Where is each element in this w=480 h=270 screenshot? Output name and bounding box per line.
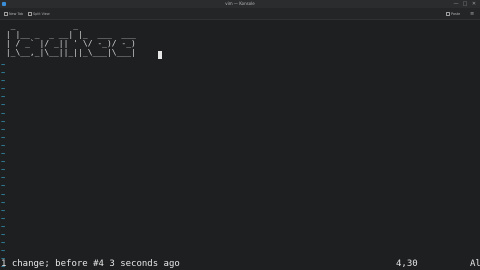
empty-line-markers: ~ ~ ~ ~ ~ ~ ~ ~ ~ ~ ~ ~ ~ ~ ~ ~ ~ ~ ~ ~ …: [1, 61, 6, 270]
title-bar[interactable]: vim — Konsole — □ ✕: [0, 0, 480, 8]
new-tab-icon: [4, 11, 8, 16]
split-view-label: Split View: [33, 11, 50, 16]
text-cursor: [158, 51, 162, 59]
paste-label: Paste: [451, 11, 461, 16]
new-tab-button[interactable]: New Tab: [4, 9, 23, 18]
toolbar: New Tab Split View Paste ≡: [0, 8, 480, 20]
ascii-art-text: _ _ | |__ _ _ __| |_ ___ ___ | / _` |/ _…: [5, 21, 136, 57]
scroll-indicator: Al: [470, 259, 480, 269]
minimize-button[interactable]: —: [452, 0, 460, 8]
new-tab-label: New Tab: [9, 11, 24, 16]
paste-icon: [446, 11, 450, 16]
split-view-button[interactable]: Split View: [28, 9, 50, 18]
paste-button[interactable]: Paste: [446, 9, 460, 18]
close-button[interactable]: ✕: [470, 0, 478, 8]
status-message: 1 change; before #4 3 seconds ago: [1, 259, 180, 269]
terminal-area[interactable]: _ _ | |__ _ _ __| |_ ___ ___ | / _` |/ _…: [0, 20, 480, 270]
window-title: vim — Konsole: [225, 1, 255, 6]
cursor-position: 4,30: [396, 259, 418, 269]
vim-status-line: 1 change; before #4 3 seconds ago 4,30 A…: [0, 259, 480, 270]
maximize-button[interactable]: □: [461, 0, 469, 8]
split-view-icon: [28, 11, 32, 16]
hamburger-menu-button[interactable]: ≡: [470, 9, 474, 18]
terminal-window: vim — Konsole — □ ✕ New Tab Split View P…: [0, 0, 480, 270]
